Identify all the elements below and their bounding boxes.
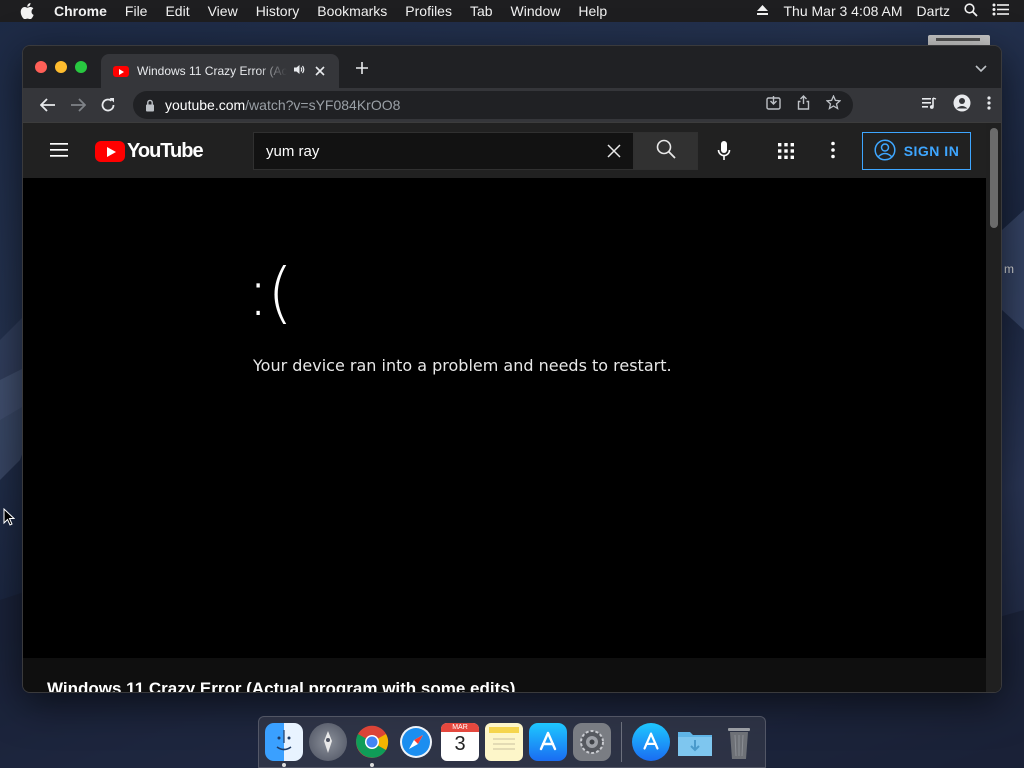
url-host: youtube.com xyxy=(165,97,246,113)
youtube-play-icon xyxy=(95,141,125,162)
voice-search-mic-icon[interactable] xyxy=(717,140,731,167)
url-text[interactable]: youtube.com/watch?v=sYF084KrOO8 xyxy=(165,97,400,113)
hamburger-menu-icon[interactable] xyxy=(49,142,69,163)
close-tab-icon[interactable] xyxy=(315,63,325,79)
dock-launchpad-icon[interactable] xyxy=(309,723,347,761)
clear-search-icon[interactable] xyxy=(607,144,621,158)
apps-grid-icon[interactable] xyxy=(777,142,795,165)
tab-strip: Windows 11 Crazy Error (Ac xyxy=(23,46,1001,88)
close-window-button[interactable] xyxy=(35,61,47,73)
calendar-month: MAR xyxy=(441,723,479,732)
video-player[interactable]: :( Your device ran into a problem and ne… xyxy=(23,178,987,658)
menubar-user[interactable]: Dartz xyxy=(917,3,950,19)
profile-avatar-icon[interactable] xyxy=(953,94,971,117)
menu-app-name[interactable]: Chrome xyxy=(54,3,107,19)
browser-toolbar: youtube.com/watch?v=sYF084KrOO8 xyxy=(23,88,1001,122)
sign-in-label: SIGN IN xyxy=(903,143,960,159)
apple-menu-icon[interactable] xyxy=(20,3,36,19)
menu-tab[interactable]: Tab xyxy=(470,3,493,19)
eject-icon[interactable] xyxy=(756,3,769,19)
menu-file[interactable]: File xyxy=(125,3,148,19)
running-indicator xyxy=(370,763,374,767)
back-button[interactable] xyxy=(33,98,63,112)
notification-center-icon[interactable] xyxy=(992,3,1010,19)
tab-title: Windows 11 Crazy Error (Ac xyxy=(137,64,287,78)
background-window[interactable] xyxy=(928,35,990,45)
video-title: Windows 11 Crazy Error (Actual program w… xyxy=(47,679,516,693)
url-path: /watch?v=sYF084KrOO8 xyxy=(245,97,401,113)
running-indicator xyxy=(282,763,286,767)
account-icon xyxy=(874,138,896,164)
dock-safari-icon[interactable] xyxy=(397,723,435,761)
dock-finder-icon[interactable] xyxy=(265,723,303,767)
dock-downloads-folder-icon[interactable] xyxy=(676,723,714,761)
more-options-icon[interactable] xyxy=(831,141,835,164)
media-control-icon[interactable] xyxy=(921,96,937,115)
reload-button[interactable] xyxy=(93,97,123,113)
menu-profiles[interactable]: Profiles xyxy=(405,3,452,19)
share-icon[interactable] xyxy=(797,95,810,115)
youtube-page: YouTube yum ray SIGN IN:(Your device r… xyxy=(23,123,1001,693)
search-button[interactable] xyxy=(634,132,698,170)
window-controls xyxy=(35,61,87,73)
macos-menu-bar: Chrome File Edit View History Bookmarks … xyxy=(0,0,1024,22)
lock-icon[interactable] xyxy=(145,99,155,112)
dock-separator xyxy=(621,722,622,762)
dock-system-preferences-icon[interactable] xyxy=(573,723,611,761)
dock-notes-icon[interactable] xyxy=(485,723,523,761)
search-input[interactable] xyxy=(266,142,607,160)
mouse-cursor-icon xyxy=(3,507,16,531)
background-window-text: m xyxy=(1004,262,1014,276)
menu-help[interactable]: Help xyxy=(578,3,607,19)
audio-playing-icon[interactable] xyxy=(293,64,305,78)
calendar-day: 3 xyxy=(454,733,466,755)
address-bar[interactable]: youtube.com/watch?v=sYF084KrOO8 xyxy=(133,91,853,119)
page-scrollbar[interactable] xyxy=(986,123,1001,692)
chrome-menu-icon[interactable] xyxy=(987,95,991,115)
zoom-window-button[interactable] xyxy=(75,61,87,73)
new-tab-button[interactable] xyxy=(355,58,369,81)
menu-window[interactable]: Window xyxy=(511,3,561,19)
dock-app-store-icon[interactable] xyxy=(529,723,567,761)
youtube-header: YouTube yum ray SIGN IN xyxy=(23,123,1001,178)
sign-in-button[interactable]: SIGN IN xyxy=(862,132,971,170)
dock-trash-icon[interactable] xyxy=(720,723,758,761)
browser-tab[interactable]: Windows 11 Crazy Error (Ac xyxy=(101,54,339,88)
bsod-message: Your device ran into a problem and needs… xyxy=(253,356,672,375)
search-icon xyxy=(656,139,676,164)
youtube-logo-text: YouTube xyxy=(127,140,204,162)
spotlight-search-icon[interactable] xyxy=(964,2,978,20)
youtube-favicon-icon xyxy=(113,65,129,77)
minimize-window-button[interactable] xyxy=(55,61,67,73)
menu-view[interactable]: View xyxy=(208,3,238,19)
bookmark-star-icon[interactable] xyxy=(825,94,842,115)
youtube-logo[interactable]: YouTube xyxy=(95,140,204,163)
dock-calendar-icon[interactable]: MAR 3 xyxy=(441,723,479,761)
dock-chrome-icon[interactable] xyxy=(353,723,391,767)
menu-history[interactable]: History xyxy=(256,3,300,19)
dock-app-store-download-icon[interactable] xyxy=(632,723,670,761)
tab-search-chevron-icon[interactable] xyxy=(975,60,987,78)
scrollbar-thumb[interactable] xyxy=(990,128,998,228)
install-app-icon[interactable] xyxy=(766,95,781,115)
search-box[interactable] xyxy=(253,132,634,170)
chrome-window: Windows 11 Crazy Error (Ac youtube.com/w… xyxy=(22,45,1002,693)
menu-edit[interactable]: Edit xyxy=(165,3,189,19)
macos-dock: MAR 3 xyxy=(258,716,766,768)
menubar-clock[interactable]: Thu Mar 3 4:08 AM xyxy=(783,3,902,19)
forward-button[interactable] xyxy=(63,98,93,112)
menu-bookmarks[interactable]: Bookmarks xyxy=(317,3,387,19)
bsod-sad-face: :( xyxy=(247,254,293,331)
